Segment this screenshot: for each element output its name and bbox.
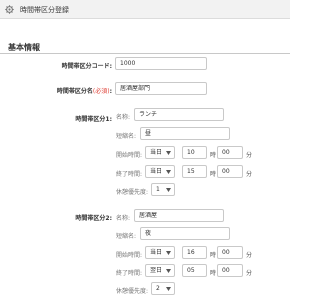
chevron-down-icon xyxy=(166,269,171,273)
division-1-short-name-label: 短縮名: xyxy=(116,133,137,140)
division-1-end-hour-input[interactable]: 15 xyxy=(182,165,207,178)
page-title: 時間帯区分登録 xyxy=(20,6,69,14)
division-1-name-label: 名称: xyxy=(116,114,131,121)
division-1-priority-select[interactable]: 1 xyxy=(151,183,175,196)
division-1-end-day-select[interactable]: 当日 xyxy=(145,165,175,178)
required-badge: (必須) xyxy=(92,88,110,95)
division-2-short-name-input[interactable]: 夜 xyxy=(140,227,230,240)
division-2-label: 時間帯区分2: xyxy=(75,215,112,222)
division-1-start-hour-input[interactable]: 10 xyxy=(182,146,207,159)
code-label: 時間帯区分コード: xyxy=(61,63,112,70)
division-2-end-day-value: 翌日 xyxy=(150,267,163,274)
division-2-end-minute-input[interactable]: 00 xyxy=(217,264,243,277)
division-1-end-day-value: 当日 xyxy=(150,168,163,175)
division-1-start-day-value: 当日 xyxy=(150,149,163,156)
name-input[interactable]: 居酒屋部門 xyxy=(115,82,207,95)
division-2-end-hour-input[interactable]: 05 xyxy=(182,264,207,277)
section-divider xyxy=(0,53,290,54)
name-label: 時間帯区分名(必須): xyxy=(57,86,112,95)
division-2-priority-value: 2 xyxy=(156,285,160,292)
division-2-end-minute-unit: 分 xyxy=(246,270,253,277)
division-1-priority-value: 1 xyxy=(156,186,160,193)
division-1-end-minute-unit: 分 xyxy=(246,171,253,178)
division-1-name-input[interactable]: ランチ xyxy=(134,108,224,121)
division-1-start-day-select[interactable]: 当日 xyxy=(145,146,175,159)
chevron-down-icon xyxy=(166,170,171,174)
chevron-down-icon xyxy=(166,151,171,155)
division-2-priority-select[interactable]: 2 xyxy=(151,282,175,295)
division-2-short-name-label: 短縮名: xyxy=(116,233,137,240)
division-1-priority-label: 休憩優先度: xyxy=(116,189,149,196)
section-title: 基本情報 xyxy=(8,43,40,52)
chevron-down-icon xyxy=(166,188,171,192)
division-2-end-label: 終了時間: xyxy=(116,270,143,277)
division-2-start-day-select[interactable]: 当日 xyxy=(145,246,175,259)
division-2-start-day-value: 当日 xyxy=(150,249,163,256)
division-2-start-label: 開始時間: xyxy=(116,252,143,259)
division-2-name-label: 名称: xyxy=(116,215,131,222)
division-2-priority-label: 休憩優先度: xyxy=(116,288,149,295)
division-1-end-label: 終了時間: xyxy=(116,171,143,178)
division-2-start-hour-unit: 時 xyxy=(210,252,217,259)
division-1-start-label: 開始時間: xyxy=(116,152,143,159)
name-label-text: 時間帯区分名 xyxy=(56,88,93,95)
division-2-start-minute-unit: 分 xyxy=(246,252,253,259)
chevron-down-icon xyxy=(166,251,171,255)
division-1-short-name-input[interactable]: 昼 xyxy=(140,127,230,140)
division-2-name-input[interactable]: 居酒屋 xyxy=(134,209,224,222)
division-1-end-hour-unit: 時 xyxy=(210,171,217,178)
division-2-start-minute-input[interactable]: 00 xyxy=(217,246,243,259)
code-input[interactable]: 1000 xyxy=(115,57,207,70)
division-2-end-hour-unit: 時 xyxy=(210,270,217,277)
division-1-start-minute-unit: 分 xyxy=(246,152,253,159)
division-1-start-hour-unit: 時 xyxy=(210,152,217,159)
division-2-end-day-select[interactable]: 翌日 xyxy=(145,264,175,277)
chevron-down-icon xyxy=(166,287,171,291)
title-bar: 時間帯区分登録 xyxy=(0,0,290,19)
division-1-label: 時間帯区分1: xyxy=(75,116,112,123)
division-1-start-minute-input[interactable]: 00 xyxy=(217,146,243,159)
division-2-start-hour-input[interactable]: 16 xyxy=(182,246,207,259)
division-1-end-minute-input[interactable]: 00 xyxy=(217,165,243,178)
name-label-colon: : xyxy=(109,88,112,95)
gear-icon xyxy=(5,5,14,14)
